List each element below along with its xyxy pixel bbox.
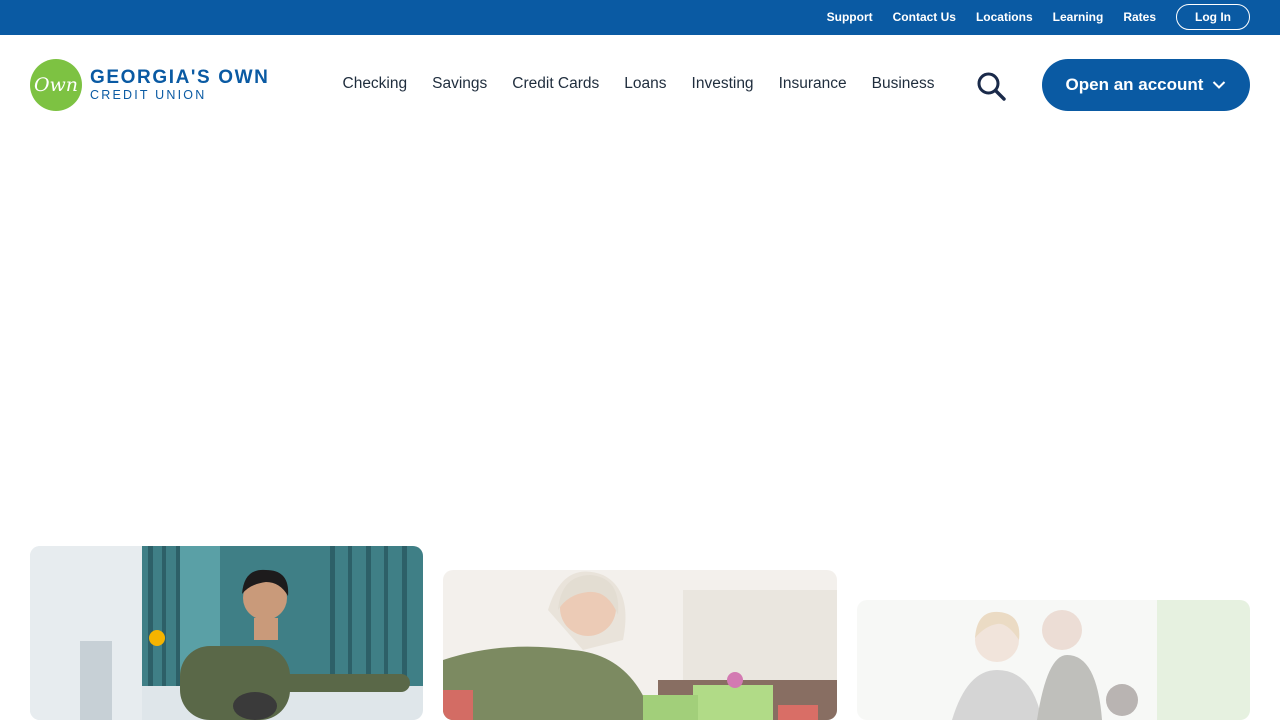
logo-subname: CREDIT UNION: [90, 88, 207, 103]
logo-name: GEORGIA'S OWN: [90, 67, 270, 89]
promo-card-ping-pong[interactable]: [30, 546, 423, 720]
promo-card-gifts[interactable]: [443, 570, 837, 720]
nav-item-savings[interactable]: Savings: [432, 75, 487, 93]
utility-bar: Support Contact Us Locations Learning Ra…: [0, 0, 1280, 35]
promo-card-family[interactable]: [857, 600, 1250, 720]
nav-item-business[interactable]: Business: [872, 75, 935, 93]
main-nav: Checking Savings Credit Cards Loans Inve…: [330, 71, 947, 97]
open-account-label: Open an account: [1065, 75, 1204, 94]
site-logo[interactable]: Own GEORGIA'S OWN CREDIT UNION: [30, 59, 269, 111]
ping-pong-photo: [30, 546, 423, 720]
login-button[interactable]: Log In: [1176, 4, 1250, 30]
logo-mark-text: Own: [33, 74, 79, 96]
utility-link-rates[interactable]: Rates: [1123, 10, 1156, 24]
open-account-button[interactable]: Open an account: [1042, 59, 1250, 111]
utility-link-locations[interactable]: Locations: [976, 10, 1033, 24]
utility-link-learning[interactable]: Learning: [1053, 10, 1104, 24]
main-header: Own GEORGIA'S OWN CREDIT UNION Checking …: [0, 35, 1280, 135]
nav-item-insurance[interactable]: Insurance: [779, 75, 847, 93]
chevron-down-icon: [1213, 81, 1226, 89]
utility-links: Support Contact Us Locations Learning Ra…: [807, 4, 1250, 30]
nav-item-loans[interactable]: Loans: [624, 75, 666, 93]
gift-wrapping-photo: [443, 570, 837, 720]
utility-link-contact-us[interactable]: Contact Us: [893, 10, 956, 24]
nav-item-credit-cards[interactable]: Credit Cards: [512, 75, 599, 93]
logo-mark: Own: [30, 59, 82, 111]
family-photo: [857, 600, 1250, 720]
logo-wordmark: GEORGIA'S OWN CREDIT UNION: [90, 68, 269, 102]
utility-link-support[interactable]: Support: [827, 10, 873, 24]
nav-item-checking[interactable]: Checking: [343, 75, 408, 93]
nav-item-investing[interactable]: Investing: [692, 75, 754, 93]
search-icon[interactable]: [976, 71, 1008, 101]
